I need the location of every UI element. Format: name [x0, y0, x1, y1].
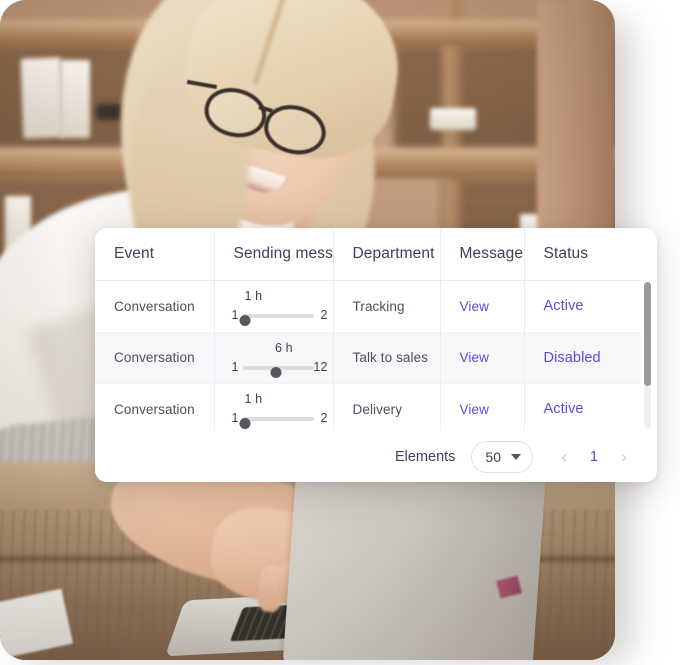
slider-min-label: 1 — [231, 308, 239, 323]
slider-max-label: 2 — [320, 308, 328, 323]
column-header-department[interactable]: Department — [332, 228, 440, 281]
view-message-link[interactable]: View — [460, 299, 489, 314]
data-table-card: Event Sending mess Department Message St… — [95, 228, 657, 482]
slider-row: 1 12 — [231, 359, 328, 378]
cell-status: Active — [523, 280, 641, 332]
column-header-message[interactable]: Message — [439, 228, 524, 281]
cell-sending-message: 6 h 1 12 — [213, 332, 333, 384]
slider-track[interactable] — [239, 417, 314, 430]
page-number-1[interactable]: 1 — [581, 444, 607, 470]
prev-page-button[interactable]: ‹ — [551, 444, 577, 470]
slider-min-label: 1 — [231, 411, 239, 426]
table-header: Event Sending mess Department Message St… — [95, 228, 641, 281]
slider-thumb[interactable] — [239, 315, 251, 327]
view-message-link[interactable]: View — [460, 350, 489, 365]
table-scrollbar-thumb[interactable] — [644, 282, 651, 386]
duration-slider[interactable]: 1 h 1 2 — [231, 289, 328, 327]
events-table: Event Sending mess Department Message St… — [95, 228, 641, 431]
screenshot-root: Event Sending mess Department Message St… — [0, 0, 680, 665]
cell-event: Conversation — [95, 332, 214, 384]
column-header-sending-message[interactable]: Sending mess — [213, 228, 333, 281]
slider-thumb[interactable] — [270, 366, 282, 378]
slider-thumb[interactable] — [239, 418, 251, 430]
table-header-row: Event Sending mess Department Message St… — [95, 228, 641, 281]
status-badge[interactable]: Active — [544, 401, 584, 417]
table-body: Conversation 1 h 1 2 Tracking View Activ… — [95, 280, 641, 431]
cell-message: View — [439, 383, 524, 431]
page-size-select[interactable]: 50 — [471, 440, 533, 473]
pagination: ‹ 1 › — [551, 444, 637, 470]
cell-department: Tracking — [332, 280, 440, 332]
view-message-link[interactable]: View — [460, 402, 489, 417]
table-scroll-region[interactable]: Event Sending mess Department Message St… — [95, 228, 657, 431]
slider-row: 1 2 — [231, 308, 328, 327]
elements-label: Elements — [394, 448, 456, 465]
cell-department: Talk to sales — [332, 332, 440, 384]
cell-message: View — [439, 332, 524, 384]
slider-track[interactable] — [242, 365, 314, 378]
cell-status: Disabled — [523, 332, 641, 384]
status-badge[interactable]: Active — [544, 298, 584, 314]
cell-message: View — [439, 280, 524, 332]
next-page-button[interactable]: › — [611, 444, 637, 470]
slider-track[interactable] — [239, 314, 314, 327]
slider-min-label: 1 — [231, 359, 239, 374]
column-header-status[interactable]: Status — [523, 228, 641, 281]
slider-value-label: 6 h — [275, 340, 293, 355]
duration-slider[interactable]: 1 h 1 2 — [231, 392, 328, 430]
slider-max-label: 2 — [320, 411, 328, 426]
slider-value-label: 1 h — [244, 392, 263, 407]
table-row[interactable]: Conversation 1 h 1 2 — [95, 280, 641, 332]
cell-event: Conversation — [114, 298, 195, 314]
cell-event: Conversation — [114, 401, 195, 417]
duration-slider[interactable]: 6 h 1 12 — [231, 340, 328, 378]
table-row[interactable]: Conversation 1 h 1 2 — [95, 383, 641, 431]
cell-sending-message: 1 h 1 2 — [213, 383, 333, 431]
slider-value-label: 1 h — [244, 289, 263, 304]
status-badge[interactable]: Disabled — [544, 350, 601, 366]
slider-max-label: 12 — [313, 359, 328, 374]
table-footer: Elements 50 ‹ 1 › — [95, 431, 657, 482]
chevron-down-icon — [511, 453, 521, 460]
page-size-value: 50 — [485, 448, 501, 465]
table-row[interactable]: Conversation 6 h 1 12 Talk to sales View… — [95, 332, 641, 384]
slider-row: 1 2 — [231, 411, 328, 430]
cell-status: Active — [523, 383, 641, 431]
cell-sending-message: 1 h 1 2 — [213, 280, 333, 332]
cell-department: Delivery — [332, 383, 440, 431]
column-header-event[interactable]: Event — [95, 228, 214, 281]
